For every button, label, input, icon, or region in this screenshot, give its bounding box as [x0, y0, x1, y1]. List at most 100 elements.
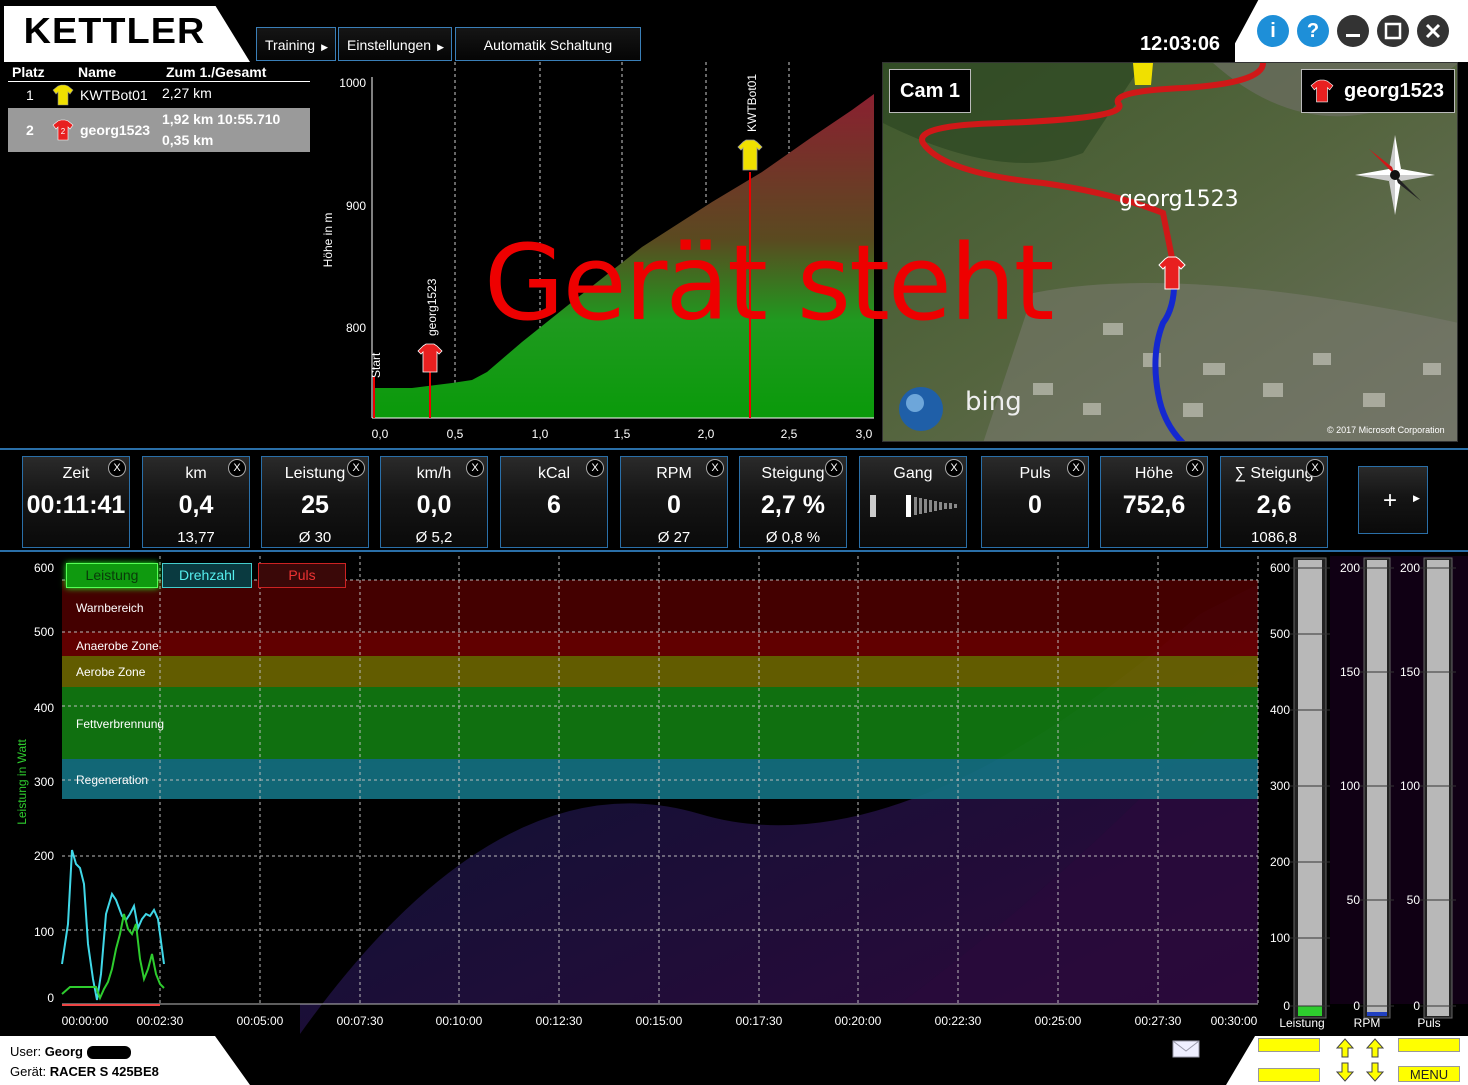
x-tick: 00:25:00	[1035, 1014, 1082, 1028]
device-idle-overlay: Gerät steht	[484, 222, 1055, 344]
tile-incline[interactable]: Steigung 2,7 % Ø 0,8 % X	[739, 456, 847, 548]
power-ylabel: Leistung in Watt	[15, 739, 29, 825]
gauge-tick: 400	[1270, 703, 1290, 717]
y-tick: 500	[34, 625, 54, 639]
arrow-down-icon[interactable]	[1366, 1062, 1384, 1082]
gauge-tick: 50	[1407, 893, 1421, 907]
close-button[interactable]	[1417, 15, 1449, 47]
tile-value: 0,0	[416, 491, 452, 519]
tab-leistung[interactable]: Leistung	[66, 563, 158, 588]
shift-indicator	[1258, 1068, 1320, 1082]
tile-close-button[interactable]: X	[466, 459, 484, 477]
col-distance: Zum 1./Gesamt	[166, 64, 267, 80]
camera-label[interactable]: Cam 1	[889, 69, 972, 113]
tile-value: 0	[667, 491, 681, 519]
tile-value: 2,6	[1256, 491, 1292, 519]
tile-close-button[interactable]: X	[1306, 459, 1324, 477]
tile-close-button[interactable]: X	[586, 459, 604, 477]
settings-menu[interactable]: Einstellungen ▶	[338, 27, 452, 61]
device-line: Gerät: RACER S 425BE8	[10, 1064, 159, 1079]
map-copyright: © 2017 Microsoft Corporation	[1327, 425, 1445, 435]
red-jersey-icon	[1310, 79, 1334, 103]
tile-close-button[interactable]: X	[945, 459, 963, 477]
bot-position-icon	[1133, 63, 1153, 85]
user-marker-label: georg1523	[425, 278, 439, 336]
user-label: User:	[10, 1044, 42, 1059]
tile-power[interactable]: Leistung 25 Ø 30 X	[261, 456, 369, 548]
tile-pulse[interactable]: Puls 0 X	[981, 456, 1089, 548]
arrow-up-icon[interactable]	[1336, 1038, 1354, 1058]
tile-gear[interactable]: Gang X	[859, 456, 967, 548]
col-place: Platz	[12, 64, 45, 80]
mail-icon[interactable]	[1172, 1040, 1200, 1058]
tile-close-button[interactable]: X	[1067, 459, 1085, 477]
tile-total-climb[interactable]: ∑ Steigung 2,6 1086,8 X	[1220, 456, 1328, 548]
help-button[interactable]: ?	[1297, 15, 1329, 47]
gauge-tick: 600	[1270, 561, 1290, 575]
svg-text:2: 2	[61, 127, 66, 136]
red-jersey-icon	[417, 343, 443, 373]
tile-km[interactable]: km 0,4 13,77 X	[142, 456, 250, 548]
auto-shift-button[interactable]: Automatik Schaltung	[455, 27, 641, 61]
gauge-tick: 0	[1413, 999, 1420, 1013]
x-tick: 2,0	[698, 427, 715, 441]
tile-close-button[interactable]: X	[347, 459, 365, 477]
x-tick: 00:20:00	[835, 1014, 882, 1028]
y-tick: 600	[34, 561, 54, 575]
tile-rpm[interactable]: RPM 0 Ø 27 X	[620, 456, 728, 548]
yellow-jersey-icon	[52, 84, 74, 106]
y-tick: 1000	[339, 76, 366, 90]
x-tick: 00:22:30	[935, 1014, 982, 1028]
training-menu[interactable]: Training ▶	[256, 27, 336, 61]
training-menu-label: Training	[265, 37, 316, 53]
start-marker-label: Start	[369, 352, 383, 378]
shift-indicator	[1258, 1038, 1320, 1052]
menu-button[interactable]: MENU	[1398, 1066, 1460, 1082]
maximize-button[interactable]	[1377, 15, 1409, 47]
tile-close-button[interactable]: X	[108, 459, 126, 477]
gauge-label: Puls	[1417, 1016, 1440, 1030]
arrow-up-icon[interactable]	[1366, 1038, 1384, 1058]
minimize-button[interactable]	[1337, 15, 1369, 47]
zone-label: Warnbereich	[76, 601, 144, 615]
y-tick: 800	[346, 321, 366, 335]
red-jersey-icon: 2	[52, 119, 74, 141]
x-tick: 00:00:00	[62, 1014, 109, 1028]
y-tick: 400	[34, 701, 54, 715]
zone-label: Aerobe Zone	[76, 665, 146, 679]
tile-speed[interactable]: km/h 0,0 Ø 5,2 X	[380, 456, 488, 548]
tile-kcal[interactable]: kCal 6 X	[500, 456, 608, 548]
ranking-row[interactable]: 1 KWTBot01 2,27 km	[8, 82, 310, 108]
pulse-gauge	[1420, 557, 1456, 1019]
bing-logo: bing	[965, 387, 1022, 417]
y-tick: 0	[47, 991, 54, 1005]
clock: 12:03:06	[1140, 33, 1221, 55]
caret-right-icon: ▶	[1413, 493, 1420, 503]
x-tick: 3,0	[856, 427, 873, 441]
tile-close-button[interactable]: X	[1186, 459, 1204, 477]
gauge-tick: 200	[1340, 561, 1360, 575]
info-button[interactable]: i	[1257, 15, 1289, 47]
x-tick: 00:12:30	[536, 1014, 583, 1028]
tile-altitude[interactable]: Höhe 752,6 X	[1100, 456, 1208, 548]
place: 1	[26, 87, 34, 103]
tile-time[interactable]: Zeit 00:11:41 X	[22, 456, 130, 548]
map-user-name: georg1523	[1344, 80, 1445, 102]
tile-value: 00:11:41	[26, 491, 126, 519]
user-name: Georg	[44, 1044, 83, 1059]
info-icon: i	[1270, 20, 1276, 42]
tab-drehzahl[interactable]: Drehzahl	[162, 563, 252, 588]
tile-close-button[interactable]: X	[706, 459, 724, 477]
arrow-down-icon[interactable]	[1336, 1062, 1354, 1082]
y-tick: 200	[34, 849, 54, 863]
tab-puls[interactable]: Puls	[258, 563, 346, 588]
tile-close-button[interactable]: X	[228, 459, 246, 477]
kettler-logo: KETTLER	[23, 10, 206, 51]
gauge-tick: 100	[1340, 779, 1360, 793]
add-tile-button[interactable]: + ▶	[1358, 466, 1428, 534]
col-name: Name	[78, 64, 117, 80]
tile-close-button[interactable]: X	[825, 459, 843, 477]
ranking-row-selected[interactable]: 2 2 georg1523 1,92 km 10:55.710 0,35 km	[8, 108, 310, 152]
ranking-table: Platz Name Zum 1./Gesamt 1 KWTBot01 2,27…	[8, 64, 310, 152]
close-icon	[1425, 23, 1441, 39]
